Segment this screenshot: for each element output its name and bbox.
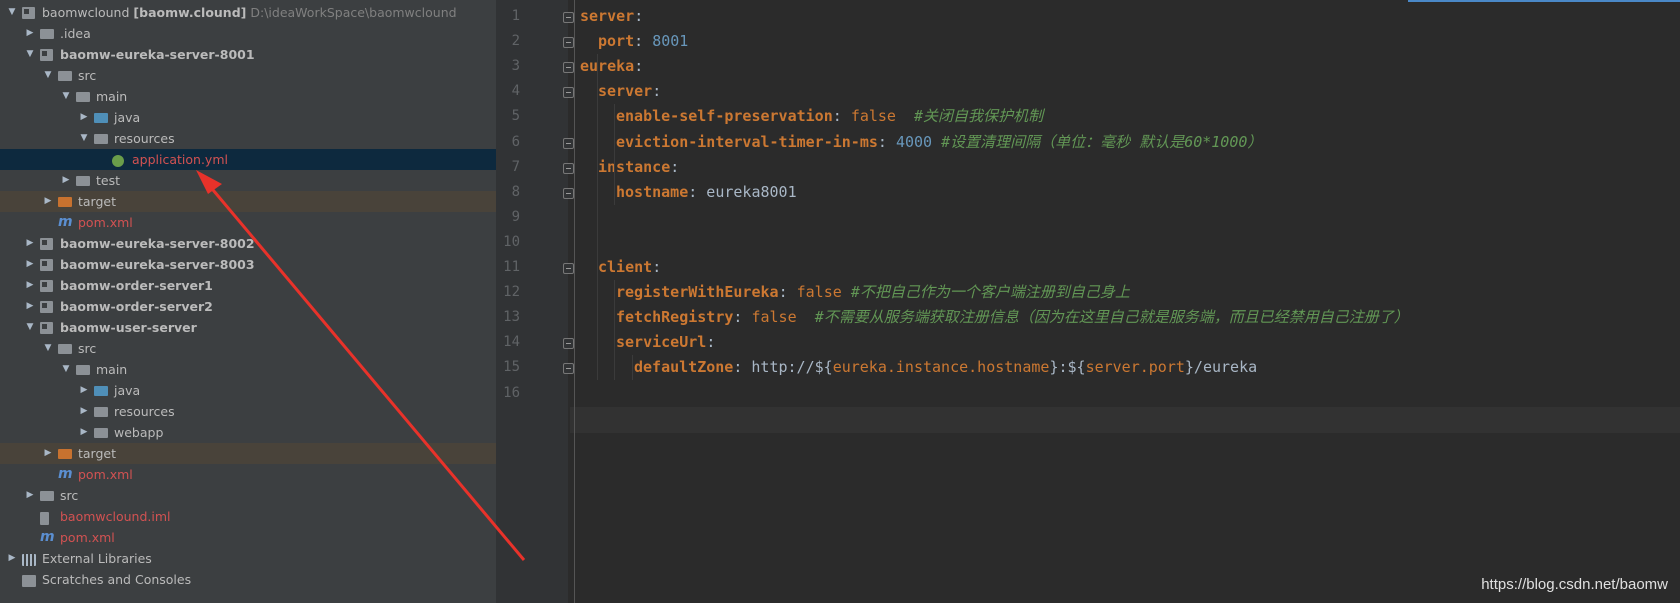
fold-toggle-icon[interactable] [563,338,574,350]
annotation-arrow-line [206,183,526,561]
fold-toggle-icon[interactable] [563,12,574,23]
fold-toggle-icon[interactable] [563,37,574,49]
indent-guide [632,355,633,381]
fold-toggle-icon[interactable] [563,137,574,149]
fold-toggle-icon[interactable] [563,87,574,99]
indent-guide [597,54,598,381]
fold-toggle-icon[interactable] [563,263,574,274]
fold-toggle-icon[interactable] [563,62,574,74]
indent-guide [614,104,615,205]
annotation-arrow-head [196,170,222,194]
fold-toggle-icon[interactable] [563,162,574,174]
annotation-arrow-icon [196,170,526,561]
fold-toggle-icon[interactable] [563,363,574,375]
fold-toggle-icon[interactable] [563,187,574,199]
indent-guide [614,280,615,381]
